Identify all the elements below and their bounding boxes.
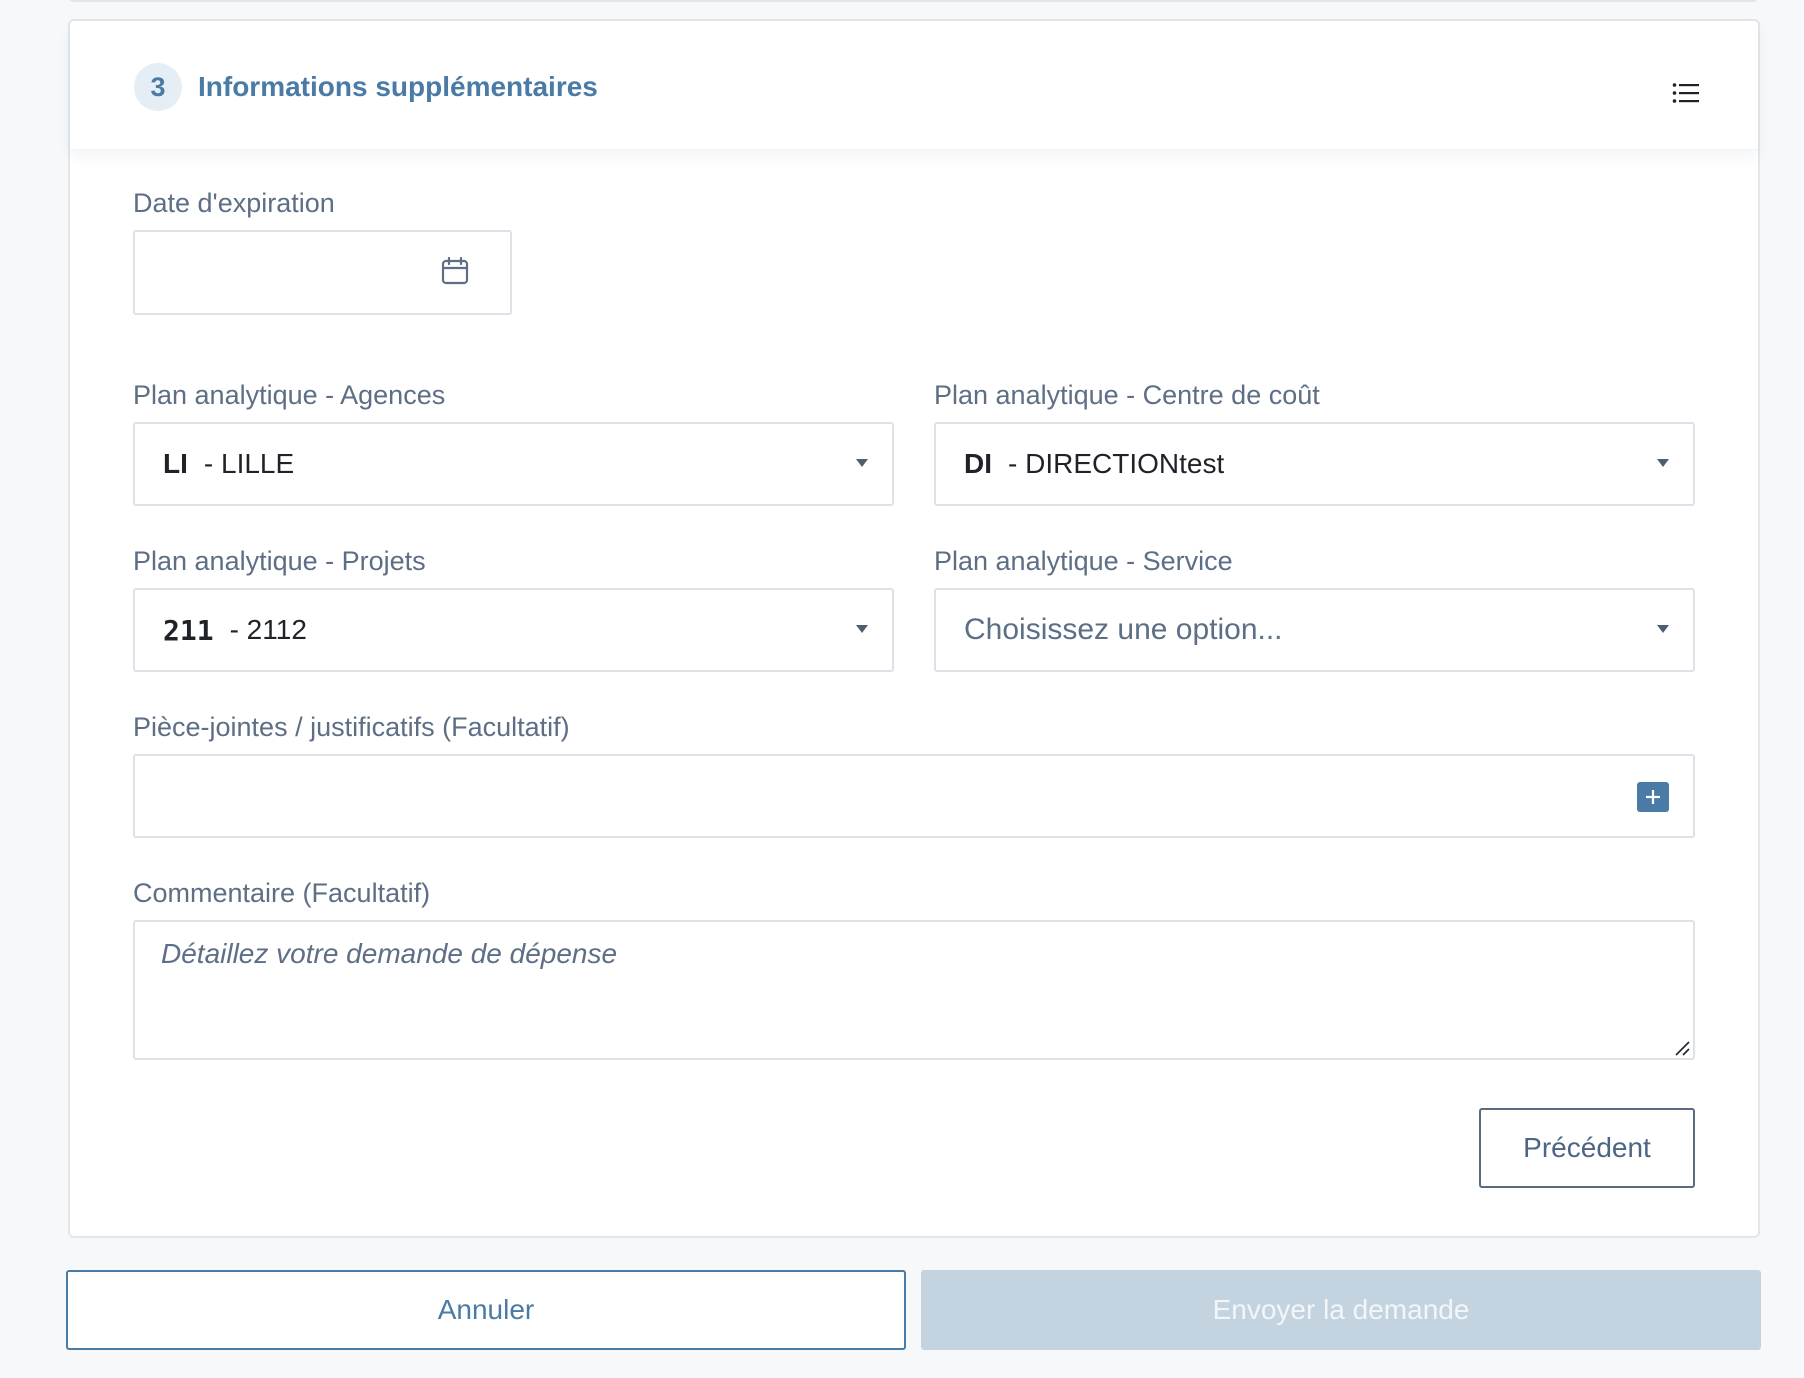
projets-code: 211: [163, 613, 214, 647]
centre-cout-code: DI: [964, 448, 992, 479]
agences-label: Plan analytique - Agences: [133, 380, 446, 410]
service-placeholder: Choisissez une option...: [964, 613, 1283, 646]
service-select[interactable]: Choisissez une option...: [934, 588, 1695, 672]
attachments-label: Pièce-jointes / justificatifs (Facultati…: [133, 712, 570, 742]
plus-icon: [1646, 790, 1660, 804]
service-selected-value: Choisissez une option...: [964, 590, 1283, 670]
projets-selected-value: 211 - 2112: [163, 590, 307, 670]
expiration-date-input[interactable]: [133, 230, 512, 315]
comment-label: Commentaire (Facultatif): [133, 878, 431, 908]
chevron-down-icon: [1657, 625, 1669, 633]
agences-select[interactable]: LI - LILLE: [133, 422, 894, 506]
calendar-icon[interactable]: [440, 256, 470, 286]
step-number-badge: 3: [134, 63, 182, 111]
centre-cout-selected-value: DI - DIRECTIONtest: [964, 424, 1224, 504]
centre-cout-label: Plan analytique - Centre de coût: [934, 380, 1320, 410]
list-icon[interactable]: [1666, 73, 1706, 113]
attachments-field[interactable]: [133, 754, 1695, 838]
projets-name: - 2112: [229, 614, 307, 645]
projets-select[interactable]: 211 - 2112: [133, 588, 894, 672]
chevron-down-icon: [856, 625, 868, 633]
resize-handle-icon[interactable]: [1674, 1040, 1690, 1056]
section-header: 3 Informations supplémentaires: [70, 21, 1758, 150]
agences-code: LI: [163, 448, 188, 479]
centre-cout-name: - DIRECTIONtest: [1008, 448, 1225, 479]
add-attachment-button[interactable]: [1637, 782, 1669, 812]
service-label: Plan analytique - Service: [934, 546, 1233, 576]
chevron-down-icon: [1657, 459, 1669, 467]
chevron-down-icon: [856, 459, 868, 467]
previous-button[interactable]: Précédent: [1479, 1108, 1695, 1188]
expiration-date-label: Date d'expiration: [133, 188, 335, 218]
comment-textarea[interactable]: [133, 920, 1695, 1060]
cancel-button[interactable]: Annuler: [66, 1270, 906, 1350]
centre-cout-select[interactable]: DI - DIRECTIONtest: [934, 422, 1695, 506]
send-request-button[interactable]: Envoyer la demande: [921, 1270, 1761, 1350]
previous-section-card-edge: [68, 0, 1759, 2]
section-title: Informations supplémentaires: [198, 71, 598, 102]
agences-name: - LILLE: [203, 448, 295, 479]
agences-selected-value: LI - LILLE: [163, 424, 294, 504]
projets-label: Plan analytique - Projets: [133, 546, 426, 576]
